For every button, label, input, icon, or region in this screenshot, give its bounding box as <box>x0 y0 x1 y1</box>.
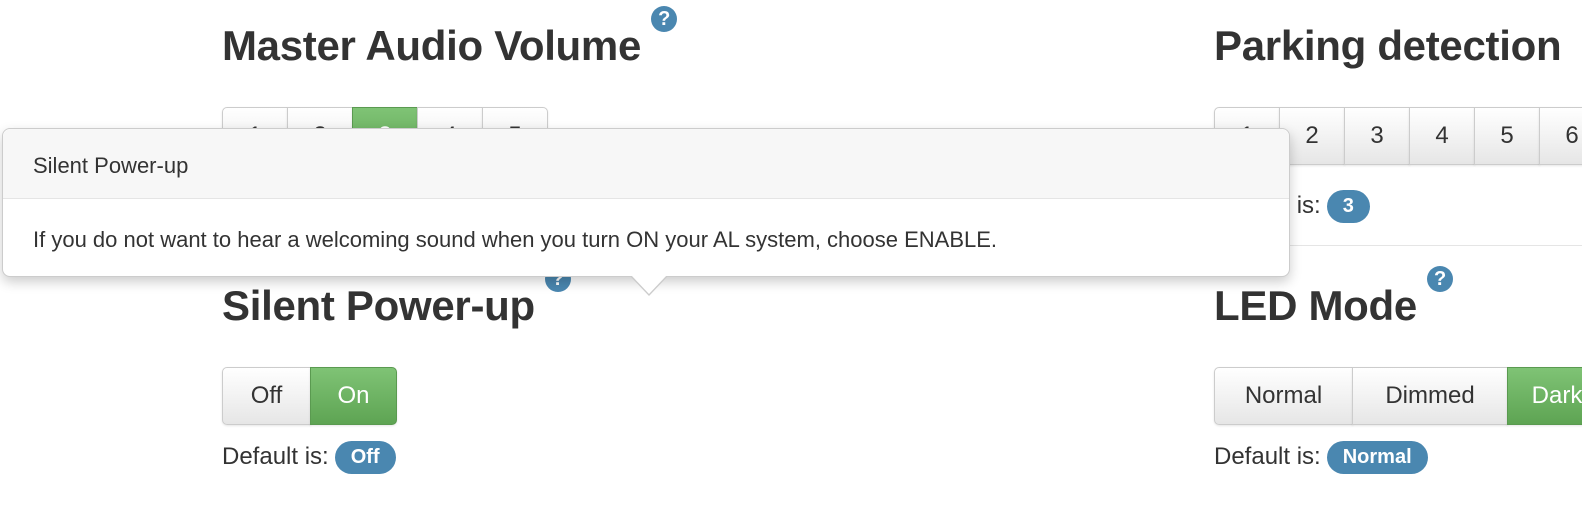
silent-default-row: Default is: Off <box>222 441 396 474</box>
help-icon[interactable]: ? <box>651 6 678 32</box>
led-normal-button[interactable]: Normal <box>1214 367 1353 425</box>
silent-section: Silent Power-up? <box>222 266 571 330</box>
led-default-row: Default is: Normal <box>1214 441 1428 474</box>
led-title: LED Mode? <box>1214 266 1453 330</box>
master-volume-section: Master Audio Volume? <box>222 6 678 70</box>
led-section: LED Mode? <box>1214 266 1453 330</box>
led-buttons: Normal Dimmed Dark <box>1214 367 1582 425</box>
default-badge: 3 <box>1326 190 1370 223</box>
master-volume-title: Master Audio Volume? <box>222 6 678 70</box>
default-badge: Off <box>334 441 396 474</box>
silent-off-button[interactable]: Off <box>222 367 311 425</box>
default-badge: Normal <box>1326 441 1428 474</box>
help-icon[interactable]: ? <box>1426 266 1453 292</box>
led-dark-button[interactable]: Dark <box>1507 367 1582 425</box>
silent-on-button[interactable]: On <box>310 367 397 425</box>
parking-section: Parking detection <box>1214 22 1562 70</box>
led-dimmed-button[interactable]: Dimmed <box>1352 367 1508 425</box>
help-popover: Silent Power-up If you do not want to he… <box>2 128 1290 277</box>
popover-title: Silent Power-up <box>3 129 1289 199</box>
silent-title: Silent Power-up? <box>222 266 571 330</box>
parking-option-4[interactable]: 4 <box>1409 107 1475 165</box>
parking-option-3[interactable]: 3 <box>1344 107 1410 165</box>
popover-arrow-inner <box>631 275 667 294</box>
parking-option-6[interactable]: 6 <box>1539 107 1582 165</box>
parking-title: Parking detection <box>1214 22 1562 69</box>
silent-buttons: Off On <box>222 367 397 425</box>
parking-option-5[interactable]: 5 <box>1474 107 1540 165</box>
popover-body: If you do not want to hear a welcoming s… <box>33 227 998 252</box>
